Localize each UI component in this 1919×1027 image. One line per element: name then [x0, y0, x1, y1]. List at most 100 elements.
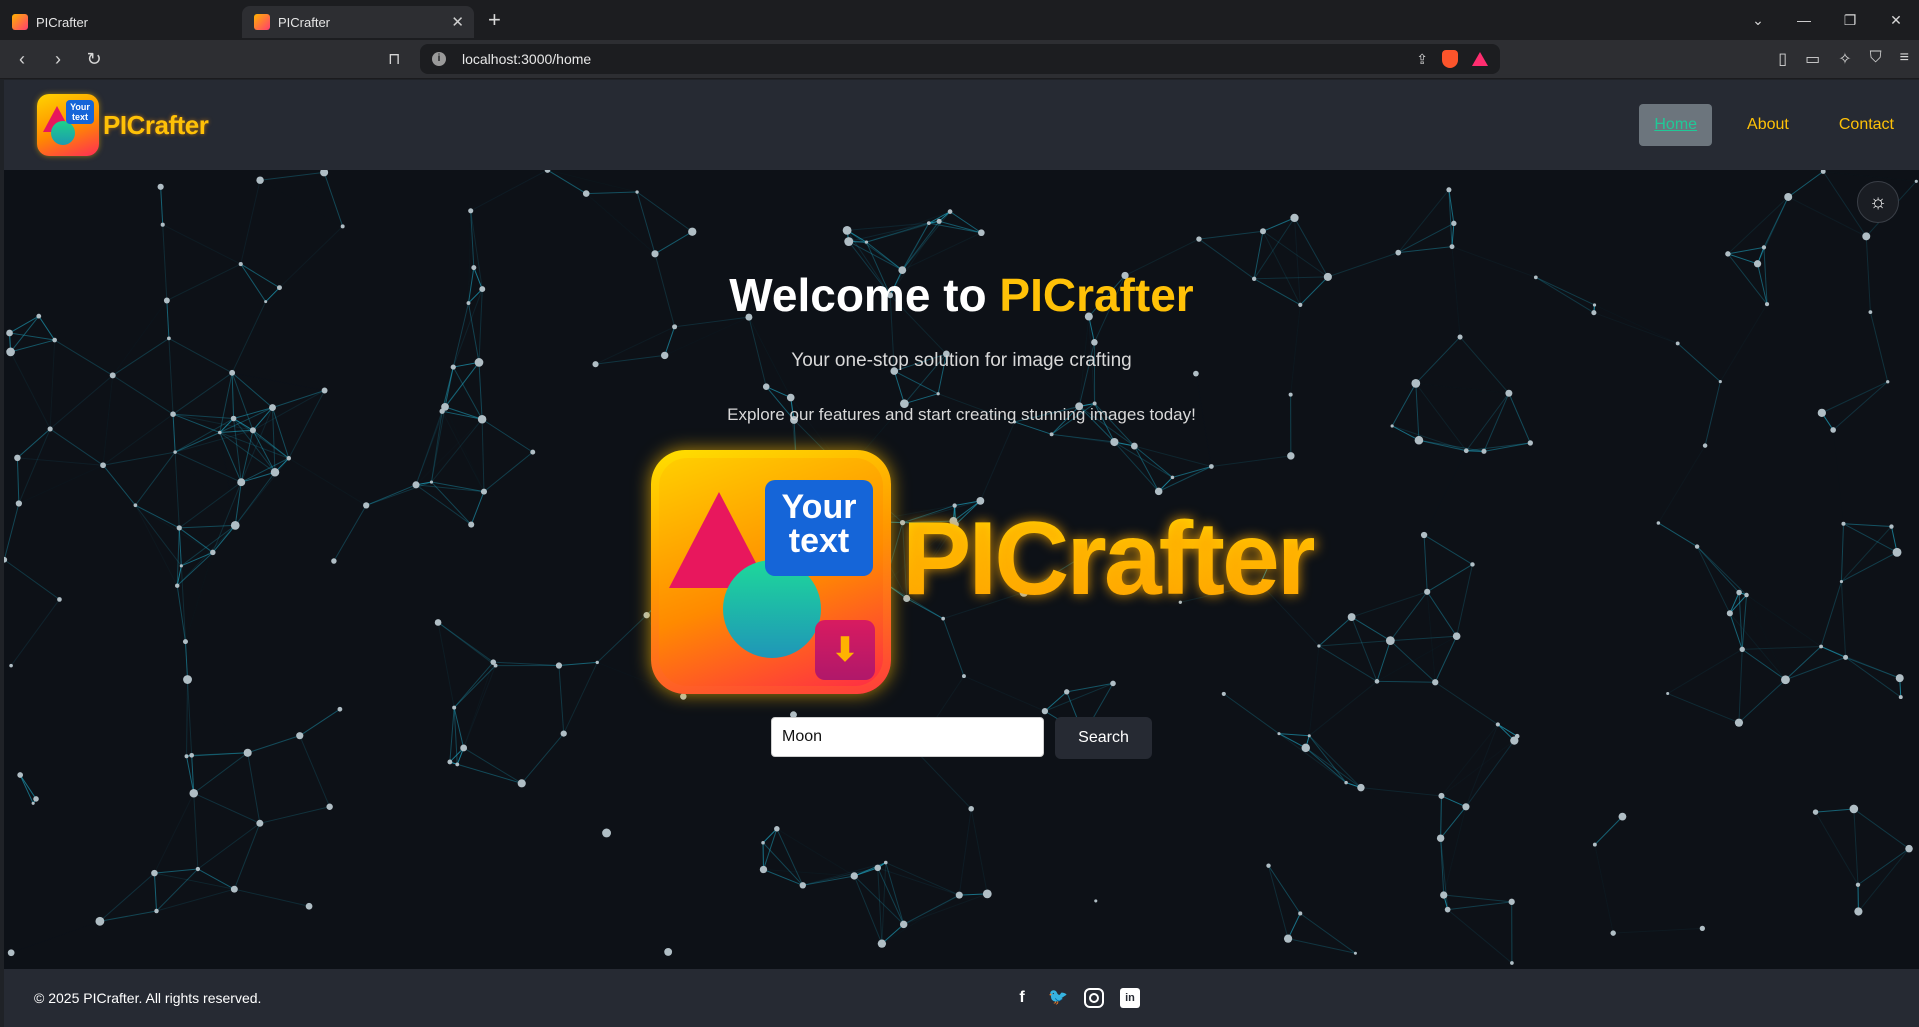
network-link: [586, 194, 655, 254]
network-node: [326, 803, 333, 810]
network-link: [416, 419, 482, 485]
network-node: [1091, 339, 1098, 346]
brave-rewards-icon[interactable]: [1472, 52, 1488, 66]
network-node: [321, 387, 328, 394]
network-node: [1307, 734, 1311, 738]
network-link: [1278, 733, 1347, 784]
network-link: [188, 680, 248, 753]
network-link: [449, 707, 455, 762]
bookmark-icon[interactable]: ⊓: [388, 49, 400, 69]
network-node: [1344, 780, 1348, 785]
network-node: [1221, 691, 1226, 696]
brand-logo-icon: Your text: [37, 94, 99, 156]
close-tab-icon[interactable]: ✕: [451, 13, 464, 31]
network-node: [249, 427, 256, 434]
twitter-icon[interactable]: 🐦: [1048, 988, 1068, 1008]
restore-icon[interactable]: ❐: [1827, 12, 1873, 29]
network-link: [1426, 591, 1458, 637]
close-window-icon[interactable]: ✕: [1873, 12, 1919, 29]
forward-icon[interactable]: ›: [44, 49, 72, 70]
minimize-icon[interactable]: —: [1781, 12, 1827, 28]
network-link: [162, 224, 241, 265]
network-node: [1744, 592, 1749, 598]
network-node: [1784, 192, 1793, 201]
brand[interactable]: Your text PICrafter: [37, 94, 209, 156]
network-link: [247, 735, 300, 754]
network-link: [1308, 680, 1378, 737]
network-link: [1278, 733, 1306, 749]
network-node: [1462, 803, 1470, 811]
site-footer: © 2025 PICrafter. All rights reserved. f…: [4, 969, 1919, 1027]
network-node: [133, 503, 138, 508]
network-link: [548, 170, 638, 192]
network-node: [595, 660, 599, 665]
network-link: [1787, 171, 1824, 198]
network-node: [560, 730, 567, 737]
network-node: [1470, 562, 1475, 567]
new-tab-icon[interactable]: +: [488, 9, 501, 31]
network-link: [1305, 747, 1362, 789]
back-icon[interactable]: ‹: [8, 49, 36, 70]
network-node: [52, 337, 57, 343]
network-node: [899, 920, 908, 929]
network-link: [1658, 522, 1698, 547]
network-link: [853, 875, 883, 944]
network-link: [1426, 564, 1473, 593]
network-link: [802, 875, 855, 886]
network-link: [1466, 442, 1531, 452]
brave-shields-icon[interactable]: [1442, 50, 1458, 68]
network-node: [210, 549, 216, 556]
search-input[interactable]: [771, 717, 1044, 757]
favicon-icon: [12, 14, 28, 30]
share-icon[interactable]: ⇪: [1416, 51, 1428, 68]
network-node: [1374, 679, 1380, 684]
network-link: [174, 451, 242, 483]
instagram-icon[interactable]: [1084, 988, 1104, 1008]
wallet-icon[interactable]: ▭: [1805, 49, 1820, 69]
network-link: [193, 793, 199, 870]
network-link: [299, 735, 331, 807]
nav-link-contact[interactable]: Contact: [1824, 104, 1909, 146]
network-link: [1747, 595, 1786, 680]
browser-tab-active[interactable]: PICrafter ✕: [242, 6, 474, 38]
hero-logo-icon: Your text ⬇: [651, 450, 891, 694]
menu-icon[interactable]: ≡: [1900, 49, 1909, 69]
theme-toggle-sun-icon[interactable]: ☼: [1857, 181, 1899, 223]
network-link: [586, 191, 638, 195]
network-link: [1051, 433, 1115, 443]
network-node: [982, 889, 992, 899]
network-node: [1656, 521, 1661, 525]
network-node: [256, 819, 264, 827]
vpn-icon[interactable]: ⛉: [1870, 49, 1882, 69]
nav-link-home[interactable]: Home: [1639, 104, 1713, 146]
network-node: [1196, 236, 1202, 242]
browser-tab[interactable]: PICrafter: [0, 6, 232, 38]
reload-icon[interactable]: ↻: [80, 49, 108, 70]
network-node: [774, 826, 780, 832]
address-bar[interactable]: i localhost:3000/home ⇪: [420, 44, 1500, 74]
sidebar-icon[interactable]: ▯: [1778, 49, 1787, 69]
search-button[interactable]: Search: [1055, 717, 1152, 759]
leo-ai-icon[interactable]: ✧: [1838, 49, 1851, 69]
network-node: [582, 190, 590, 197]
network-link: [636, 191, 693, 233]
network-link: [762, 842, 804, 886]
facebook-icon[interactable]: f: [1012, 988, 1032, 1008]
network-link: [1268, 865, 1289, 939]
network-node: [1508, 898, 1515, 905]
network-node: [243, 748, 252, 757]
network-link: [154, 868, 198, 874]
network-node: [14, 454, 21, 462]
network-link: [1391, 425, 1467, 452]
nav-link-about[interactable]: About: [1732, 104, 1804, 146]
tab-list-icon[interactable]: ⌄: [1735, 12, 1781, 29]
site-info-icon[interactable]: i: [432, 52, 446, 66]
network-link: [134, 505, 178, 586]
network-link: [177, 586, 187, 680]
network-node: [1414, 435, 1424, 445]
linkedin-icon[interactable]: in: [1120, 988, 1140, 1008]
favicon-icon: [254, 14, 270, 30]
network-node: [1357, 783, 1365, 792]
network-link: [174, 429, 254, 453]
network-node: [1283, 934, 1293, 943]
